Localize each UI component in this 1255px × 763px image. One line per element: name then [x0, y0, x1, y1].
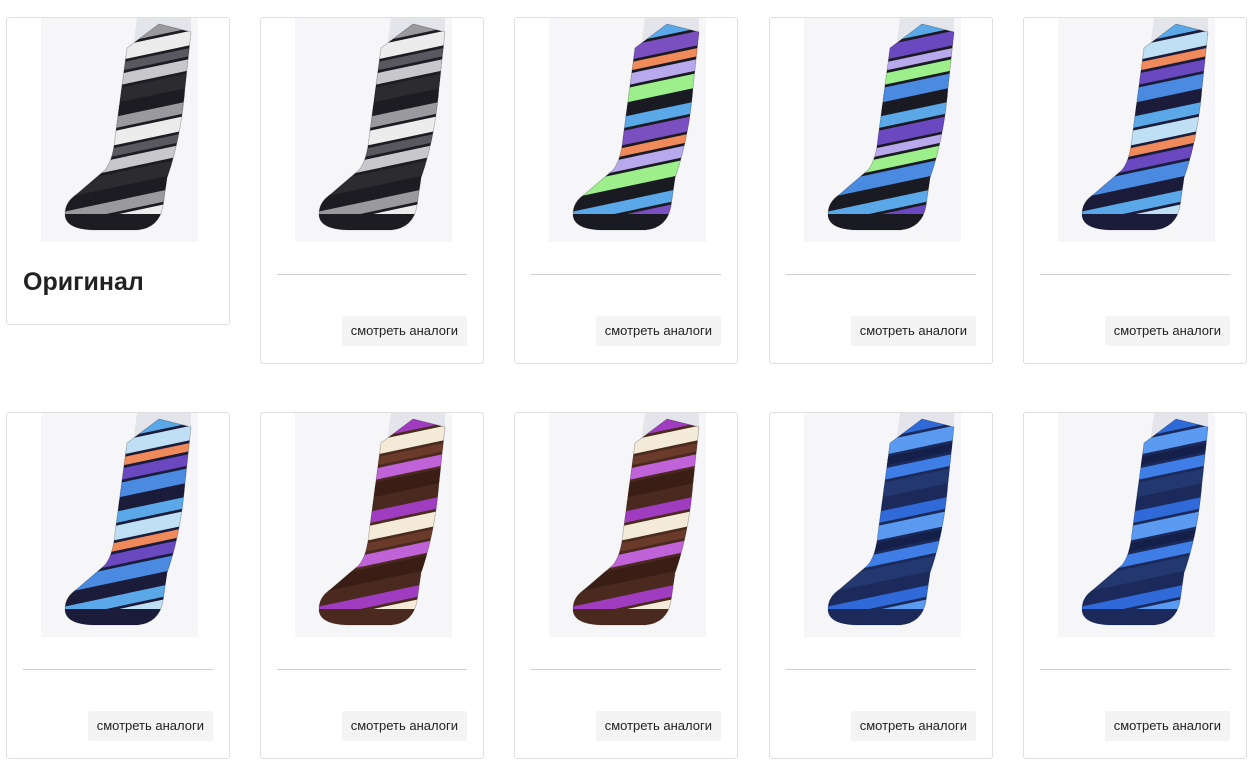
original-title: Оригинал — [23, 268, 144, 296]
sock-illustration — [1081, 413, 1209, 626]
sock-illustration — [827, 413, 955, 626]
sock-photo[interactable] — [804, 413, 961, 637]
sock-illustration — [64, 413, 192, 626]
card-divider — [277, 669, 467, 670]
product-card: смотреть аналоги — [514, 17, 738, 364]
view-analogs-button[interactable]: смотреть аналоги — [850, 316, 976, 346]
view-analogs-button[interactable]: смотреть аналоги — [595, 711, 721, 741]
sock-photo[interactable] — [295, 413, 452, 637]
product-card: смотреть аналоги — [260, 17, 484, 364]
original-card: Оригинал — [6, 17, 230, 325]
product-card: смотреть аналоги — [769, 17, 993, 364]
sock-photo[interactable] — [41, 413, 198, 637]
sock-illustration — [318, 413, 446, 626]
card-divider — [23, 669, 213, 670]
sock-photo[interactable] — [295, 18, 452, 242]
view-analogs-button[interactable]: смотреть аналоги — [341, 316, 467, 346]
card-divider — [277, 274, 467, 275]
card-divider — [531, 274, 721, 275]
view-analogs-button[interactable]: смотреть аналоги — [595, 316, 721, 346]
view-analogs-button[interactable]: смотреть аналоги — [87, 711, 213, 741]
sock-illustration — [572, 18, 700, 231]
product-card: смотреть аналоги — [1023, 17, 1247, 364]
sock-photo[interactable] — [1058, 18, 1215, 242]
view-analogs-button[interactable]: смотреть аналоги — [1104, 711, 1230, 741]
card-divider — [786, 669, 976, 670]
card-divider — [786, 274, 976, 275]
sock-photo[interactable] — [1058, 413, 1215, 637]
product-card: смотреть аналоги — [769, 412, 993, 759]
view-analogs-button[interactable]: смотреть аналоги — [341, 711, 467, 741]
sock-illustration — [64, 18, 192, 231]
sock-illustration — [572, 413, 700, 626]
card-divider — [1040, 669, 1230, 670]
sock-illustration — [827, 18, 955, 231]
sock-photo[interactable] — [549, 18, 706, 242]
sock-photo[interactable] — [804, 18, 961, 242]
product-card: смотреть аналоги — [260, 412, 484, 759]
view-analogs-button[interactable]: смотреть аналоги — [850, 711, 976, 741]
product-card: смотреть аналоги — [1023, 412, 1247, 759]
product-card: смотреть аналоги — [6, 412, 230, 759]
sock-illustration — [1081, 18, 1209, 231]
sock-photo[interactable] — [549, 413, 706, 637]
sock-illustration — [318, 18, 446, 231]
card-divider — [531, 669, 721, 670]
sock-photo — [41, 18, 198, 242]
product-card: смотреть аналоги — [514, 412, 738, 759]
card-divider — [1040, 274, 1230, 275]
view-analogs-button[interactable]: смотреть аналоги — [1104, 316, 1230, 346]
